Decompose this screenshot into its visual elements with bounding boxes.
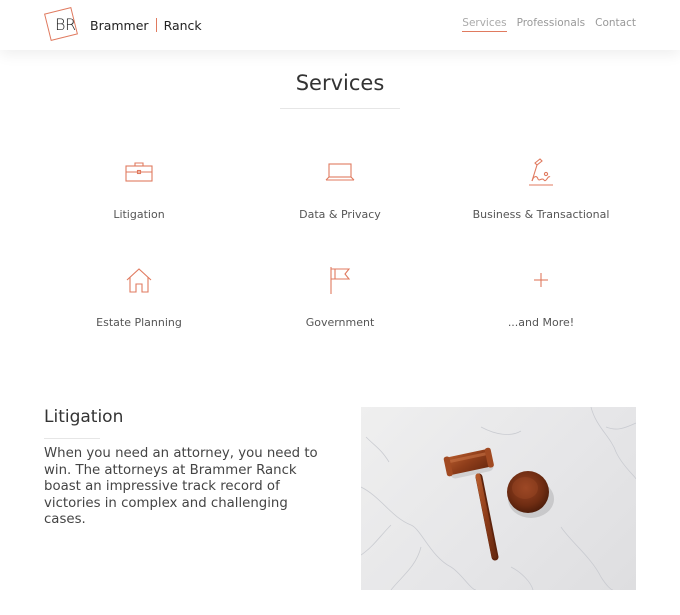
service-label-business-transactional: Business & Transactional bbox=[472, 208, 610, 221]
service-item-estate-planning[interactable]: Estate Planning bbox=[39, 263, 239, 329]
service-label-estate-planning: Estate Planning bbox=[96, 316, 182, 329]
service-item-government[interactable]: Government bbox=[240, 263, 440, 329]
gavel-photo-illustration bbox=[361, 407, 636, 590]
logo-mark: BR bbox=[44, 7, 80, 43]
brand-logo[interactable]: BR Brammer Ranck bbox=[44, 6, 202, 44]
services-heading: Services bbox=[295, 71, 385, 95]
plus-icon bbox=[441, 263, 641, 297]
logo-wordmark: Brammer Ranck bbox=[90, 18, 202, 33]
logo-name-second: Ranck bbox=[163, 17, 202, 33]
nav-link-contact[interactable]: Contact bbox=[595, 17, 636, 32]
logo-name-first: Brammer bbox=[90, 17, 149, 33]
service-label-and-more: ...and More! bbox=[507, 316, 575, 329]
main-nav: Services Professionals Contact bbox=[462, 17, 636, 32]
flag-icon bbox=[240, 263, 440, 297]
briefcase-icon bbox=[39, 155, 239, 189]
service-label-litigation: Litigation bbox=[113, 208, 165, 221]
service-label-government: Government bbox=[305, 316, 375, 329]
nav-link-services[interactable]: Services bbox=[462, 17, 507, 32]
heading-divider bbox=[280, 108, 400, 109]
service-item-litigation[interactable]: Litigation bbox=[39, 155, 239, 221]
gavel-photo bbox=[361, 407, 636, 590]
litigation-heading: Litigation bbox=[44, 407, 124, 427]
litigation-description: When you need an attorney, you need to w… bbox=[44, 446, 318, 528]
logo-initials: BR bbox=[55, 15, 76, 34]
logo-divider bbox=[155, 18, 157, 32]
litigation-divider bbox=[44, 438, 100, 439]
house-icon bbox=[39, 263, 239, 297]
service-item-business-transactional[interactable]: Business & Transactional bbox=[441, 155, 641, 221]
nav-link-professionals[interactable]: Professionals bbox=[517, 17, 586, 32]
service-item-and-more[interactable]: ...and More! bbox=[441, 263, 641, 329]
site-header: BR Brammer Ranck Services Professionals … bbox=[0, 0, 680, 50]
service-item-data-privacy[interactable]: Data & Privacy bbox=[240, 155, 440, 221]
service-label-data-privacy: Data & Privacy bbox=[299, 208, 381, 221]
laptop-icon bbox=[240, 155, 440, 189]
signature-icon bbox=[441, 155, 641, 189]
